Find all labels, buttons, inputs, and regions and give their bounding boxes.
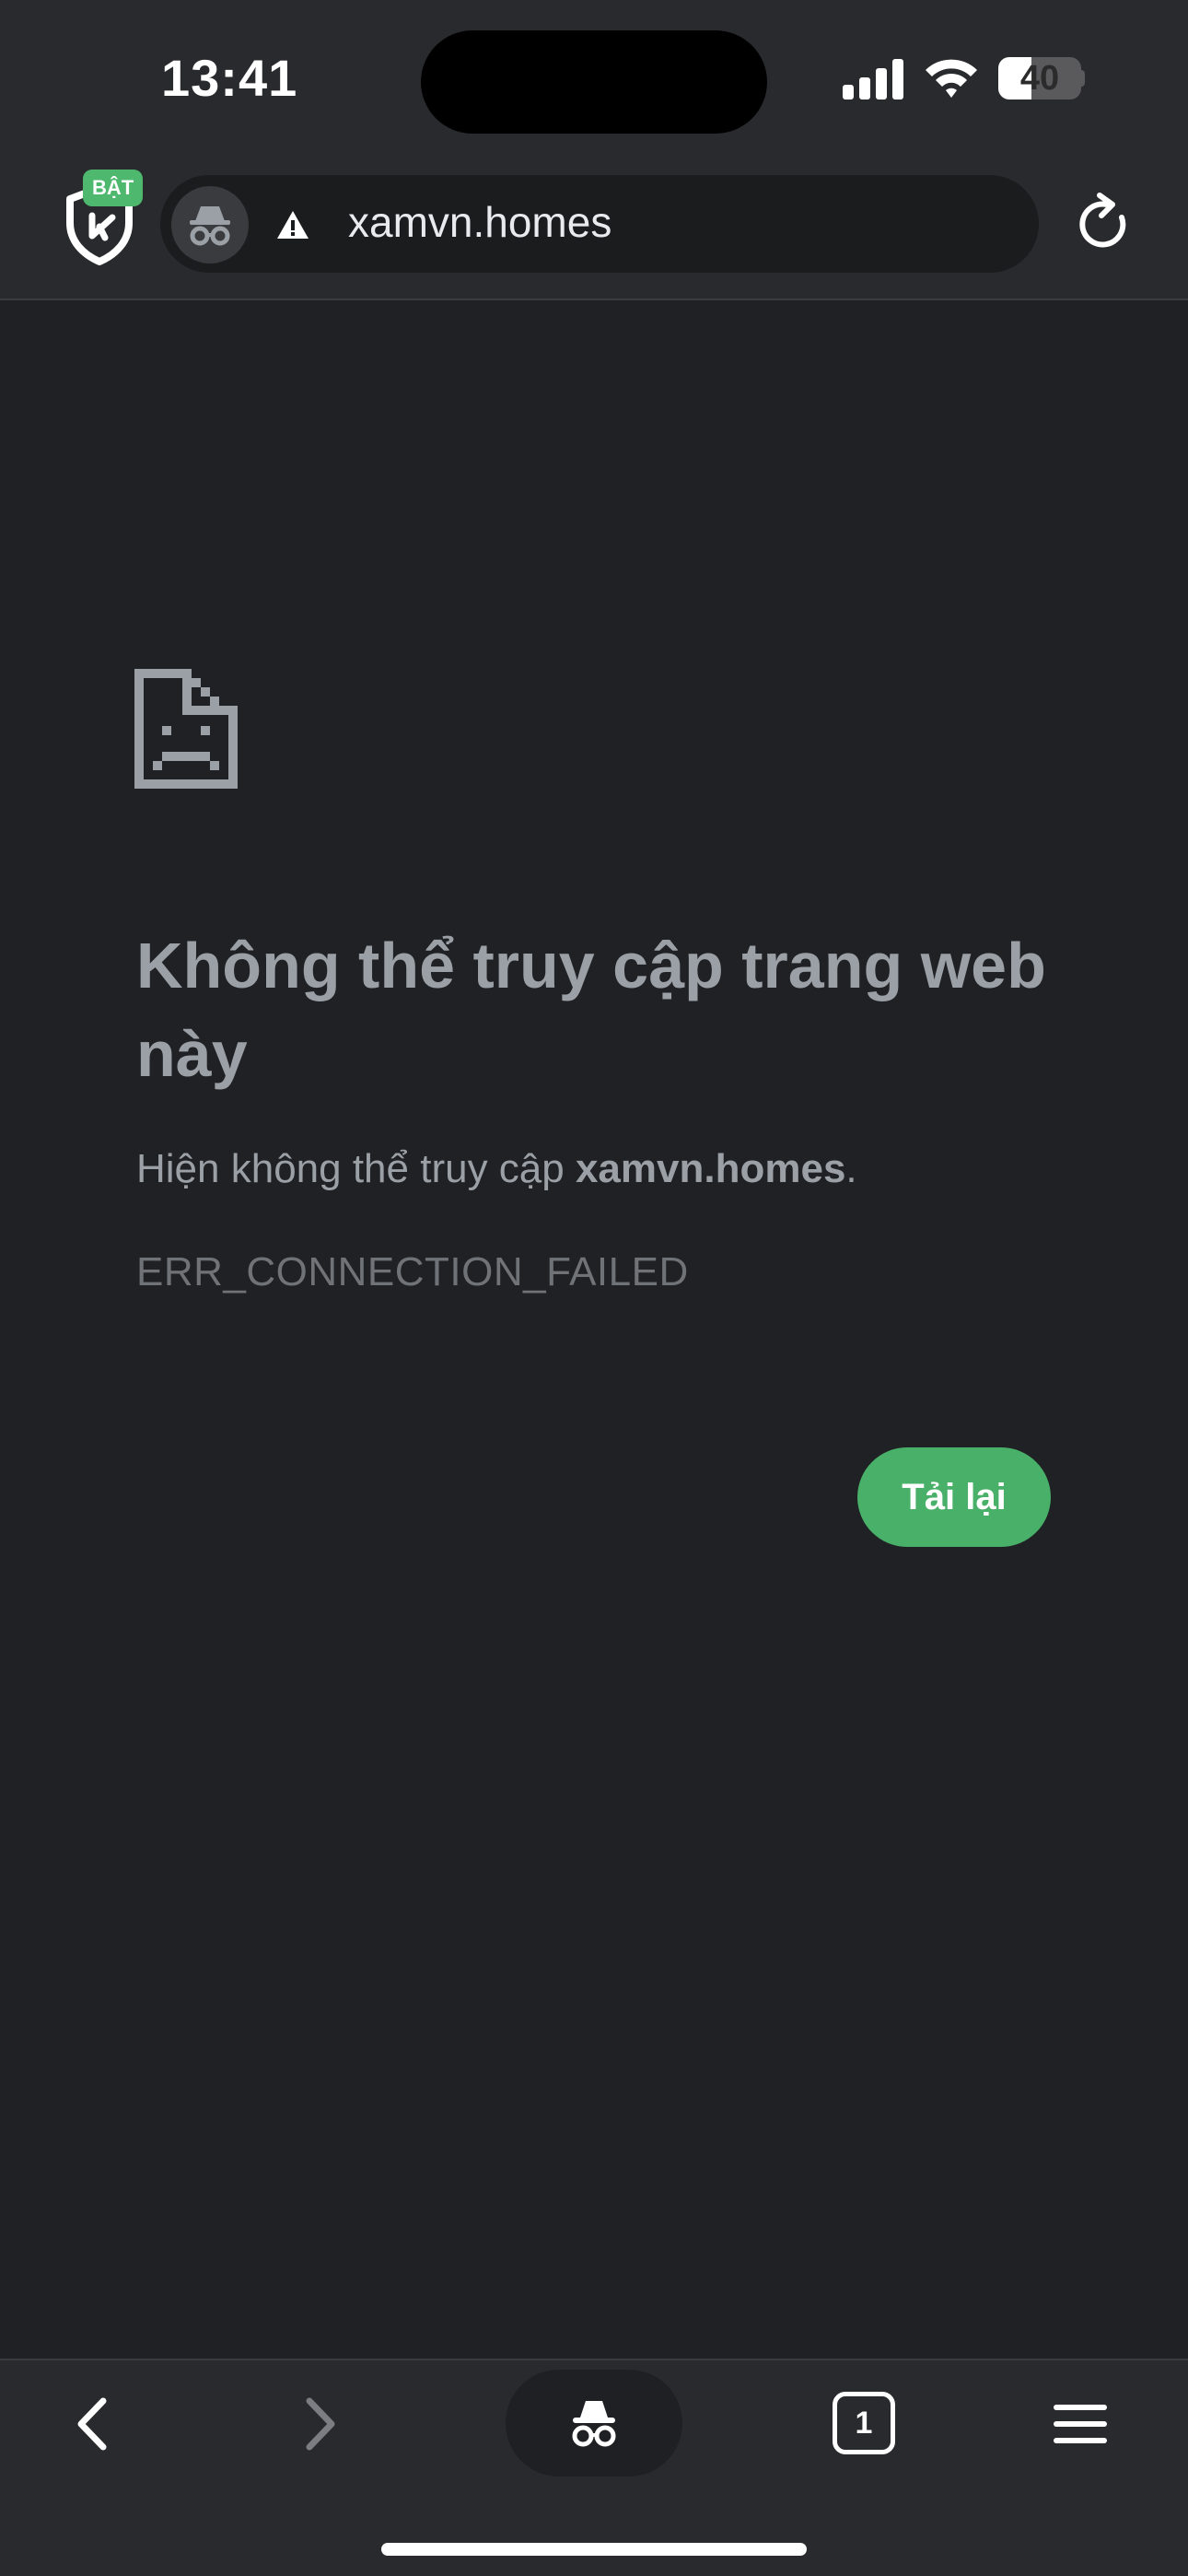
back-icon[interactable] (70, 2392, 116, 2456)
error-description-host: xamvn.homes (575, 1146, 846, 1191)
error-description-suffix: . (845, 1146, 857, 1191)
menu-icon[interactable] (1054, 2403, 1107, 2445)
incognito-icon (190, 206, 230, 246)
error-description-prefix: Hiện không thể truy cập (136, 1146, 576, 1191)
incognito-icon (572, 2401, 616, 2447)
home-indicator (381, 2543, 807, 2556)
reload-icon[interactable] (1076, 192, 1133, 256)
status-time: 13:41 (161, 49, 298, 107)
shield-status-badge: BẬT (83, 170, 144, 206)
cellular-signal-icon (843, 59, 903, 100)
sad-document-icon (134, 669, 238, 789)
battery-tip (1079, 70, 1085, 87)
forward-icon[interactable] (297, 2392, 343, 2456)
error-title: Không thể truy cập trang web này (136, 930, 1046, 1090)
dynamic-island (421, 30, 767, 134)
incognito-chip[interactable] (171, 186, 249, 263)
error-description: Hiện không thể truy cập xamvn.homes. (136, 1146, 857, 1192)
error-code: ERR_CONNECTION_FAILED (136, 1249, 689, 1294)
battery-level: 40 (1019, 58, 1060, 98)
tabs-button[interactable]: 1 (833, 2392, 895, 2454)
battery-indicator: 40 (998, 57, 1081, 100)
reload-button[interactable]: Tải lại (857, 1447, 1051, 1547)
wifi-icon (926, 59, 977, 98)
tab-count: 1 (855, 2405, 873, 2441)
url-text[interactable]: xamvn.homes (348, 197, 611, 247)
warning-icon[interactable] (276, 210, 309, 240)
